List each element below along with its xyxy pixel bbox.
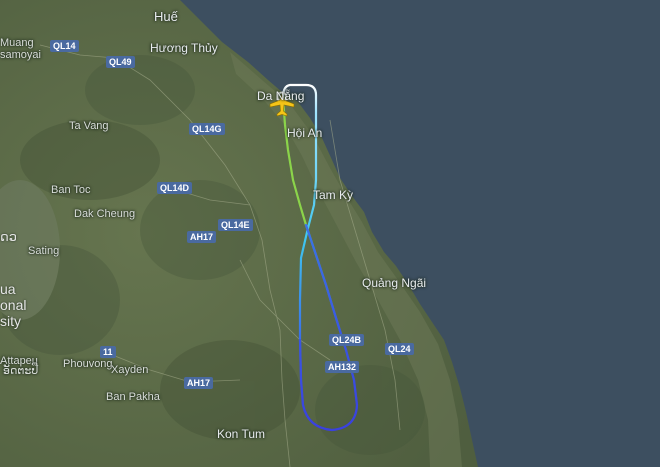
place-huong-thuy[interactable]: Hương Thủy <box>150 42 218 54</box>
road-shield-ql49: QL49 <box>106 56 135 68</box>
edge-label-lao: ດວ <box>0 229 17 244</box>
road-shield-ql14d: QL14D <box>157 182 193 194</box>
map-canvas[interactable] <box>0 0 660 467</box>
place-ban-toc[interactable]: Ban Toc <box>51 185 91 196</box>
place-hoi-an[interactable]: Hội An <box>287 127 322 139</box>
edge-label-ua: ua <box>0 281 16 297</box>
place-muang[interactable]: Muang <box>0 38 34 49</box>
place-attapeu-lao[interactable]: ອັດຕະປື <box>3 366 38 377</box>
road-shield-ql24: QL24 <box>385 343 414 355</box>
place-xayden[interactable]: Xayden <box>111 365 148 376</box>
place-ta-vang[interactable]: Ta Vang <box>69 121 109 132</box>
place-da-nang[interactable]: Da Nẵng <box>257 90 304 102</box>
place-kon-tum[interactable]: Kon Tum <box>217 428 265 440</box>
flight-map[interactable]: Huế Hương Thủy Da Nẵng Hội An Ta Vang Ba… <box>0 0 660 467</box>
road-shield-11: 11 <box>100 346 116 358</box>
road-shield-ah17-south: AH17 <box>184 377 214 389</box>
place-quang-ngai[interactable]: Quảng Ngãi <box>362 277 426 289</box>
place-ban-pakha[interactable]: Ban Pakha <box>106 392 160 403</box>
place-dak-cheung[interactable]: Dak Cheung <box>74 209 135 220</box>
place-hue[interactable]: Huế <box>154 10 178 23</box>
road-shield-ql14e: QL14E <box>218 219 253 231</box>
place-sating[interactable]: Sating <box>28 246 59 257</box>
road-shield-ah132: AH132 <box>325 361 360 373</box>
place-samoyai[interactable]: samoyai <box>0 50 41 61</box>
place-tam-ky[interactable]: Tam Kỳ <box>313 189 353 201</box>
road-shield-ql24b: QL24B <box>329 334 365 346</box>
place-phouvong[interactable]: Phouvong <box>63 359 113 370</box>
edge-label-onal: onal <box>0 297 27 313</box>
edge-label-sity: sity <box>0 313 21 329</box>
road-shield-ql14-north: QL14 <box>50 40 79 52</box>
road-shield-ql14g: QL14G <box>189 123 225 135</box>
road-shield-ah17-north: AH17 <box>187 231 217 243</box>
